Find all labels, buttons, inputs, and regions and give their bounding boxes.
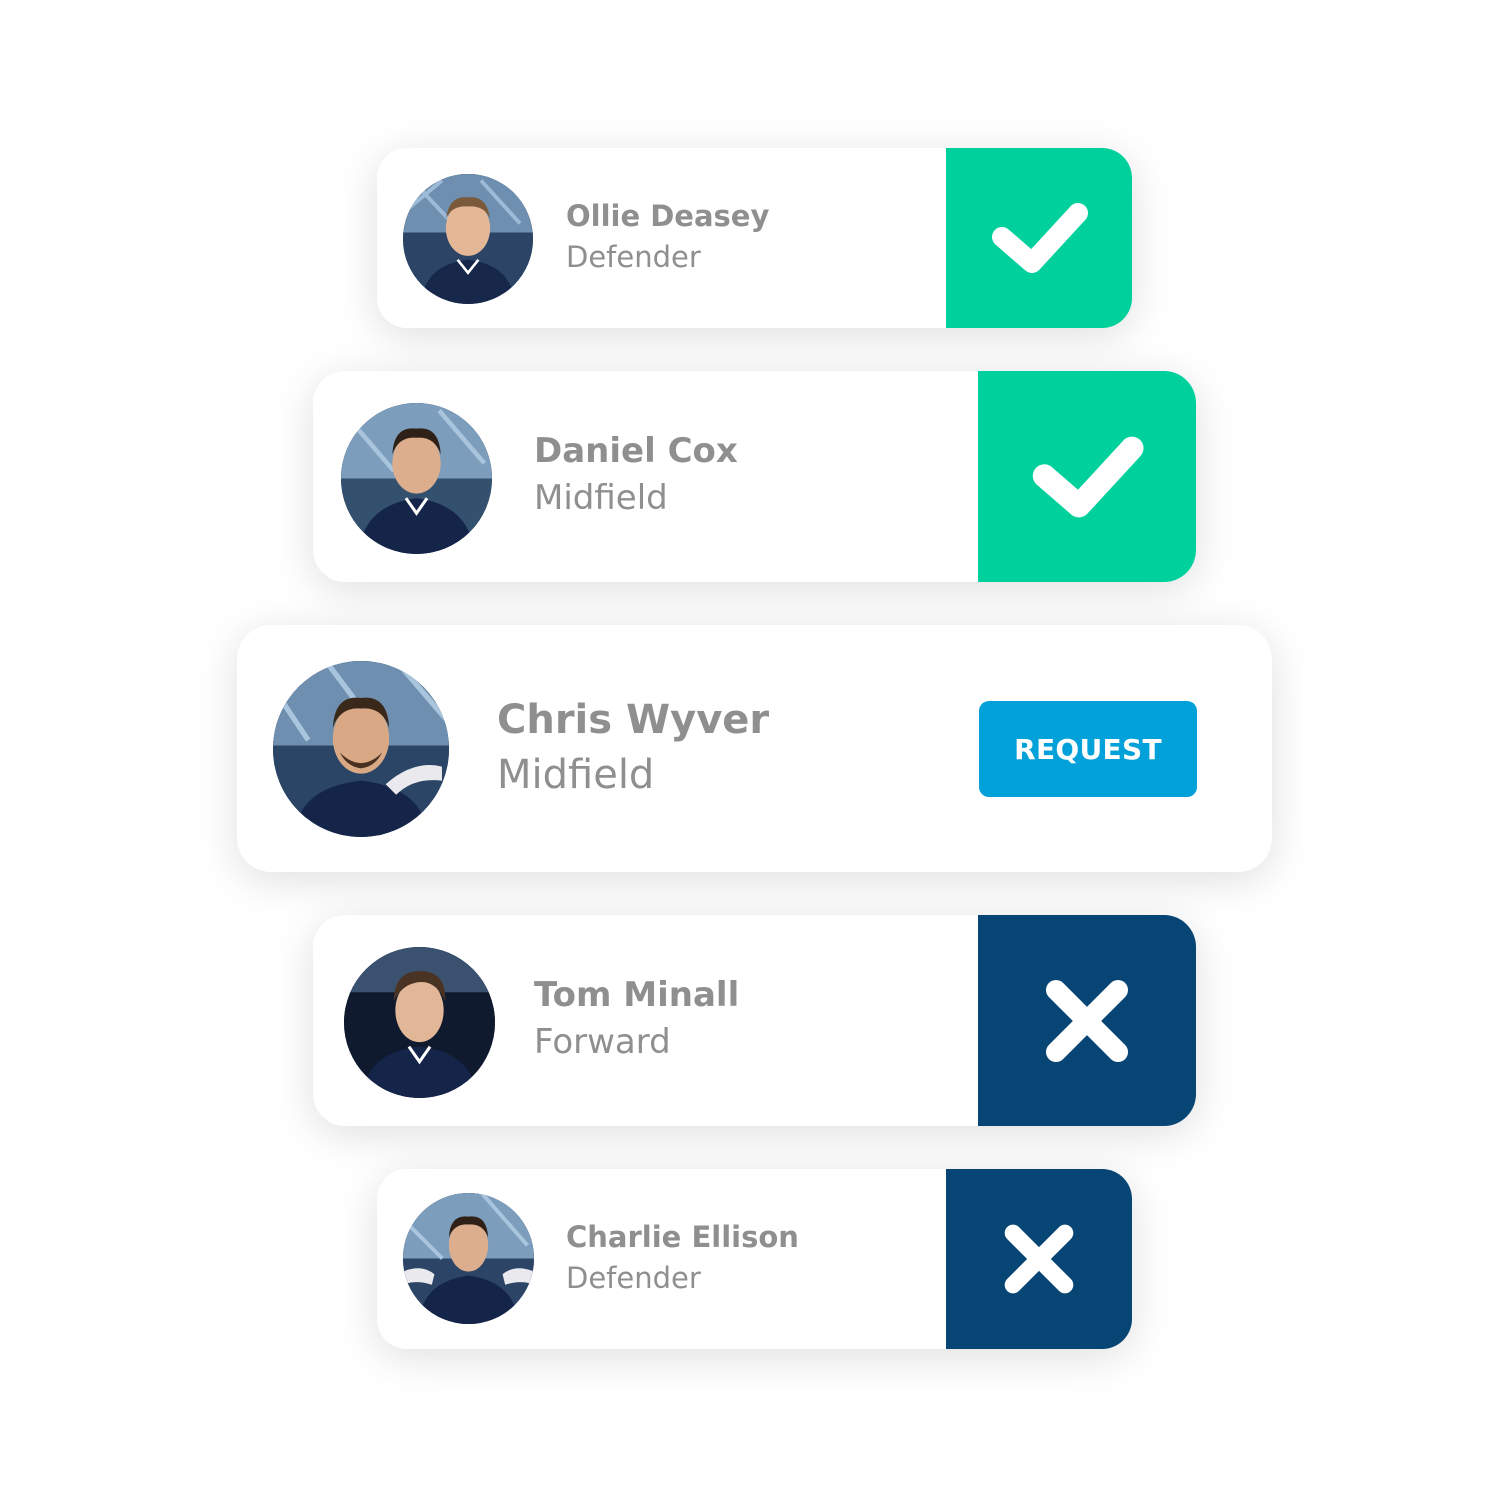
player-card: Ollie Deasey Defender [377, 148, 1132, 328]
check-icon [1032, 436, 1144, 517]
request-button[interactable]: REQUEST [979, 701, 1197, 797]
player-name: Tom Minall [534, 975, 740, 1015]
check-icon [992, 203, 1088, 273]
player-name: Daniel Cox [534, 431, 738, 471]
player-position: Defender [566, 240, 701, 274]
player-card: Charlie Ellison Defender [377, 1169, 1132, 1349]
player-photo [403, 1193, 534, 1324]
player-card: Chris Wyver Midfield REQUEST [237, 625, 1272, 872]
accepted-status-button[interactable] [978, 371, 1196, 582]
accepted-status-button[interactable] [946, 148, 1132, 328]
player-photo [403, 174, 533, 304]
close-icon [1004, 1224, 1074, 1294]
player-card: Daniel Cox Midfield [313, 371, 1196, 582]
player-name: Chris Wyver [497, 697, 770, 743]
player-position: Forward [534, 1022, 671, 1062]
player-photo [344, 947, 495, 1098]
player-name: Ollie Deasey [566, 199, 770, 233]
player-position: Midfield [497, 752, 655, 798]
avatar [273, 661, 449, 837]
close-icon [1046, 979, 1128, 1062]
player-position: Midfield [534, 478, 668, 518]
player-photo [273, 661, 449, 837]
player-position: Defender [566, 1261, 701, 1295]
avatar [341, 403, 492, 554]
declined-status-button[interactable] [946, 1169, 1132, 1349]
avatar [403, 174, 533, 304]
player-photo [341, 403, 492, 554]
avatar [403, 1193, 534, 1324]
player-name: Charlie Ellison [566, 1220, 799, 1254]
avatar [344, 947, 495, 1098]
player-card: Tom Minall Forward [313, 915, 1196, 1126]
declined-status-button[interactable] [978, 915, 1196, 1126]
